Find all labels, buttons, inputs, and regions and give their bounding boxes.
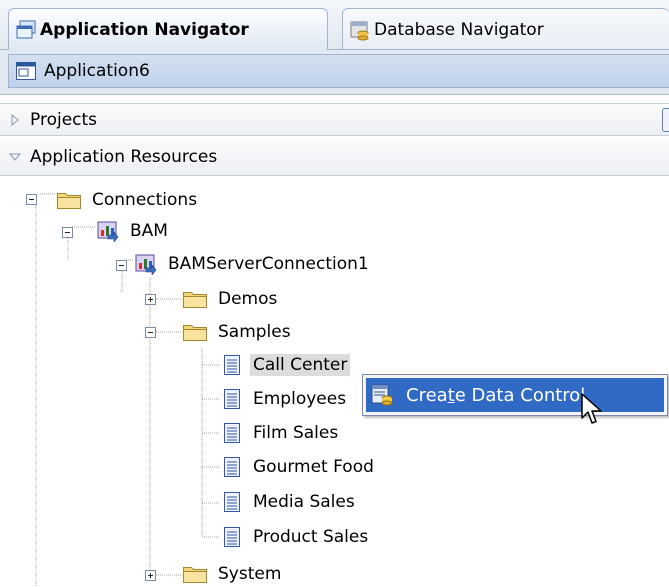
tree-node-report[interactable]: Employees: [221, 386, 349, 412]
tree-node-connections[interactable]: Connections: [56, 187, 200, 213]
tree-node-samples[interactable]: Samples: [182, 319, 294, 345]
expand-toggle-demos[interactable]: [145, 294, 156, 305]
tab-database-navigator[interactable]: Database Navigator: [342, 8, 669, 50]
tree-label-connections: Connections: [92, 190, 198, 210]
tree-label-system: System: [218, 564, 282, 584]
navigator-tab-strip: Application Navigator Database Navigator: [0, 0, 669, 50]
projects-accordion-label: Projects: [30, 109, 98, 130]
application-navigator-icon: [16, 20, 36, 38]
mouse-cursor-icon: [581, 393, 602, 424]
panel-scroll-handle[interactable]: [662, 108, 669, 132]
application-selector-label: Application6: [44, 61, 150, 81]
application-icon: [16, 62, 36, 80]
report-icon: [224, 492, 240, 512]
create-data-control-menu-item[interactable]: Create Data Control: [366, 378, 664, 412]
tree-label-report: Call Center: [250, 354, 351, 376]
collapse-toggle-samples[interactable]: [145, 327, 156, 338]
report-icon: [224, 527, 240, 547]
expand-triangle-icon: [11, 113, 19, 126]
collapse-toggle-server-connection[interactable]: [116, 260, 127, 271]
report-icon: [224, 423, 240, 443]
tree-node-bam[interactable]: BAM: [96, 218, 171, 244]
application-bar: Application6: [0, 50, 669, 95]
tree-label-report: Gourmet Food: [253, 457, 374, 477]
report-icon: [224, 355, 240, 375]
tree-label-bam: BAM: [130, 221, 168, 241]
tree-label-report: Product Sales: [253, 527, 369, 547]
application-selector[interactable]: Application6: [8, 54, 669, 88]
projects-accordion-header[interactable]: Projects: [0, 103, 669, 136]
tab-application-navigator-label: Application Navigator: [40, 19, 249, 40]
tree-node-report[interactable]: Media Sales: [221, 489, 358, 515]
tree-label-report: Media Sales: [253, 492, 355, 512]
collapse-toggle-connections[interactable]: [26, 194, 37, 205]
report-icon: [224, 457, 240, 477]
application-resources-accordion-label: Application Resources: [30, 146, 218, 167]
tree-node-report[interactable]: Film Sales: [221, 420, 341, 446]
collapse-toggle-bam[interactable]: [62, 227, 73, 238]
folder-icon: [183, 567, 207, 583]
tree-node-report[interactable]: Gourmet Food: [221, 454, 377, 480]
folder-icon: [183, 325, 207, 341]
tab-application-navigator[interactable]: Application Navigator: [8, 8, 328, 50]
expand-toggle-system[interactable]: [145, 570, 156, 581]
folder-icon: [183, 292, 207, 308]
tree-node-report[interactable]: Call Center: [221, 352, 351, 378]
tree-label-samples: Samples: [218, 322, 291, 342]
report-icon: [224, 389, 240, 409]
tree-label-report: Film Sales: [253, 423, 339, 443]
bam-connection-icon: [97, 221, 119, 242]
bam-server-connection-icon: [135, 254, 157, 275]
database-navigator-icon: [350, 21, 369, 40]
tab-database-navigator-label: Database Navigator: [374, 19, 544, 40]
application-resources-accordion-header[interactable]: Application Resources: [0, 138, 669, 176]
tree-node-system[interactable]: System: [182, 561, 284, 587]
tree-node-demos[interactable]: Demos: [182, 286, 280, 312]
tree-label-report: Employees: [253, 389, 347, 409]
create-data-control-label: Create Data Control: [406, 384, 586, 406]
tree-node-report[interactable]: Product Sales: [221, 524, 371, 550]
tree-node-server-connection[interactable]: BAMServerConnection1: [134, 251, 372, 277]
data-control-icon: [371, 384, 393, 406]
context-menu: Create Data Control: [362, 374, 668, 416]
tree-label-server-connection: BAMServerConnection1: [168, 254, 369, 274]
folder-icon: [57, 193, 81, 209]
collapse-triangle-icon: [8, 153, 22, 161]
tree-label-demos: Demos: [218, 289, 278, 309]
